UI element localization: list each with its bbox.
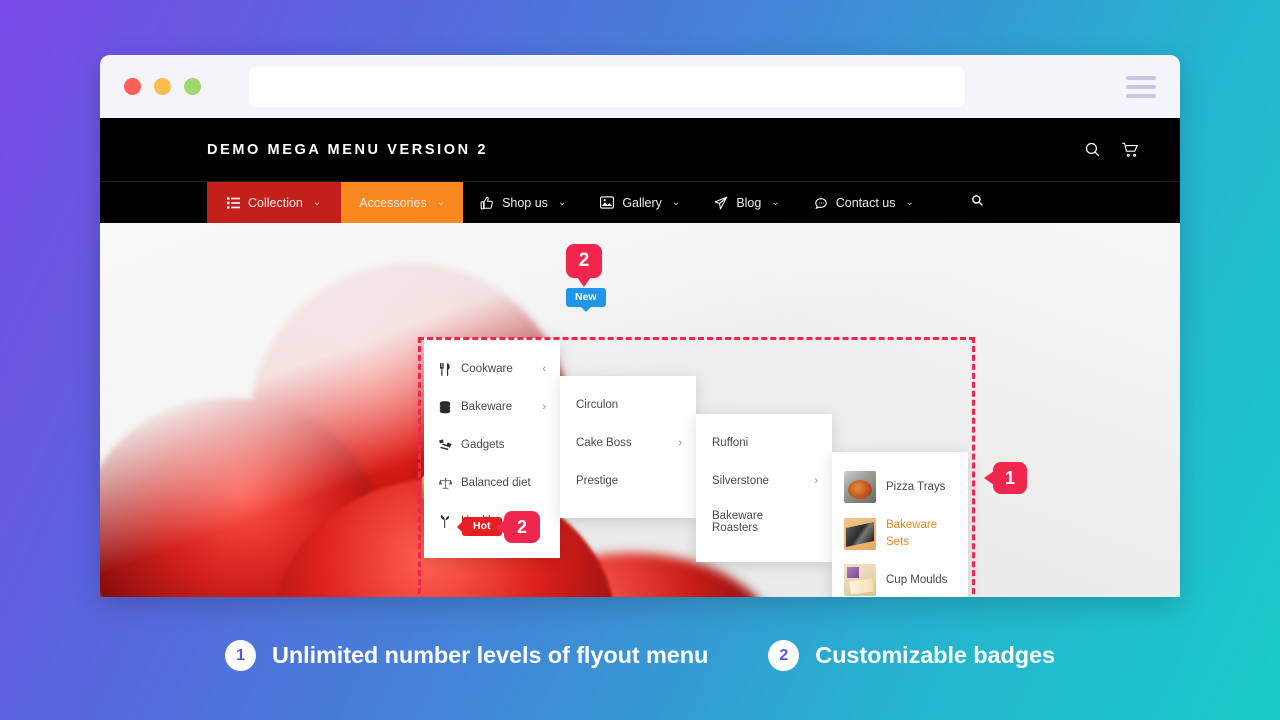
- search-icon: [971, 194, 984, 212]
- menu-item-label: Silverstone: [712, 475, 769, 487]
- chevron-down-icon: ⌄: [671, 197, 681, 208]
- pizza-tray-thumb: [844, 471, 876, 503]
- product-item-pizza-trays[interactable]: Pizza Trays: [832, 464, 968, 510]
- browser-chrome-bar: [100, 55, 1180, 118]
- product-label: Pizza Trays: [886, 480, 946, 493]
- menu-item-circulon[interactable]: Circulon: [560, 386, 696, 424]
- site-header: DEMO MEGA MENU VERSION 2: [100, 118, 1180, 181]
- nav-item-label: Collection: [248, 195, 303, 210]
- callout-marker-badges-top: 2: [566, 244, 602, 287]
- menu-item-label: Cookware: [461, 363, 513, 375]
- minimize-window-button[interactable]: [154, 78, 171, 95]
- stack-icon: [438, 400, 452, 414]
- nav-item-accessories[interactable]: Accessories ⌄: [341, 182, 464, 223]
- cup-mould-thumb: [844, 564, 876, 597]
- menu-item-cake-boss[interactable]: Cake Boss ›: [560, 424, 696, 462]
- menu-item-label: Bakeware: [461, 401, 513, 413]
- nav-item-label: Shop us: [502, 195, 548, 210]
- tools-icon: [438, 439, 452, 451]
- nav-item-gallery[interactable]: Gallery ⌄: [583, 182, 697, 223]
- nav-item-label: Contact us: [835, 195, 896, 210]
- product-item-bakeware-sets[interactable]: Bakeware Sets: [832, 510, 968, 557]
- hamburger-icon[interactable]: [1126, 75, 1156, 98]
- menu-item-label: Cake Boss: [576, 437, 632, 449]
- menu-item-label: Balanced diet: [461, 477, 531, 489]
- hamburger-line: [1126, 75, 1156, 80]
- nav-item-collection[interactable]: Collection ⌄: [207, 182, 342, 223]
- menu-item-label: Circulon: [576, 399, 619, 411]
- flyout-panel-level-3: Ruffoni Silverstone › Bakeware Roasters: [696, 414, 832, 562]
- status-badge-new: New: [566, 288, 606, 312]
- site-brand: DEMO MEGA MENU VERSION 2: [207, 141, 488, 158]
- main-navigation: Collection ⌄ Accessories ⌄ Shop us ⌄ Gal…: [100, 181, 1180, 223]
- menu-item-label: Ruffoni: [712, 437, 749, 449]
- sprout-icon: [438, 514, 452, 528]
- menu-item-balanced-diet[interactable]: Balanced diet: [424, 464, 560, 502]
- chevron-right-icon: ›: [814, 475, 818, 487]
- menu-item-silverstone[interactable]: Silverstone ›: [696, 462, 832, 500]
- chevron-down-icon: ⌄: [905, 197, 914, 208]
- url-input[interactable]: [249, 66, 965, 107]
- menu-item-gadgets[interactable]: Gadgets: [424, 426, 560, 464]
- menu-item-label: Prestige: [576, 475, 619, 487]
- feature-caption-2: 2 Customizable badges: [768, 640, 1055, 671]
- bakeware-set-thumb: [844, 517, 876, 550]
- close-window-button[interactable]: [124, 78, 141, 95]
- menu-item-bakeware-roasters[interactable]: Bakeware Roasters: [696, 500, 832, 544]
- caption-number-badge: 2: [768, 640, 800, 671]
- flyout-panel-level-2: Circulon Cake Boss › Prestige: [560, 376, 696, 518]
- nav-item-label: Blog: [736, 195, 762, 210]
- nav-item-label: Gallery: [622, 195, 662, 210]
- menu-item-bakeware[interactable]: Bakeware ›: [424, 388, 560, 426]
- chevron-down-icon: ⌄: [312, 197, 322, 208]
- nav-item-contact-us[interactable]: Contact us ⌄: [797, 182, 931, 223]
- product-item-cup-moulds[interactable]: Cup Moulds: [832, 557, 968, 597]
- header-icon-group: [1084, 141, 1156, 159]
- chevron-down-icon: ⌄: [436, 197, 446, 208]
- caption-number-badge: 1: [225, 640, 257, 671]
- caption-text: Customizable badges: [815, 642, 1055, 668]
- nav-item-shop-us[interactable]: Shop us ⌄: [463, 182, 583, 223]
- paper-plane-icon: [714, 196, 728, 210]
- chevron-down-icon: ⌄: [771, 197, 780, 208]
- hamburger-line: [1126, 84, 1156, 89]
- chevron-left-icon: ‹: [542, 363, 546, 375]
- chevron-right-icon: ›: [678, 437, 682, 449]
- hamburger-line: [1126, 93, 1156, 98]
- caption-text: Unlimited number levels of flyout menu: [272, 642, 709, 668]
- chevron-down-icon: ⌄: [557, 197, 567, 208]
- menu-item-ruffoni[interactable]: Ruffoni: [696, 424, 832, 462]
- image-icon: [600, 196, 615, 209]
- thumbs-up-icon: [480, 196, 494, 210]
- cart-icon[interactable]: [1121, 141, 1140, 159]
- product-label: Cup Moulds: [886, 574, 948, 586]
- menu-item-label: Gadgets: [461, 439, 505, 451]
- site-viewport: DEMO MEGA MENU VERSION 2 Collection ⌄ Ac…: [100, 118, 1180, 597]
- menu-item-cookware[interactable]: Cookware ‹: [424, 350, 560, 388]
- scales-icon: [438, 477, 452, 490]
- chevron-right-icon: ›: [542, 401, 546, 413]
- menu-item-prestige[interactable]: Prestige: [560, 462, 696, 500]
- nav-search-button[interactable]: [931, 182, 1002, 223]
- flyout-panel-level-4: Pizza Trays Bakeware Sets Cup Moulds: [832, 452, 968, 597]
- cutlery-icon: [438, 362, 452, 376]
- feature-caption-row: 1 Unlimited number levels of flyout menu…: [0, 640, 1280, 671]
- feature-caption-1: 1 Unlimited number levels of flyout menu: [225, 640, 708, 671]
- traffic-lights: [124, 78, 201, 95]
- callout-marker-badges-hot: 2: [495, 511, 540, 543]
- menu-item-label: Bakeware Roasters: [712, 510, 764, 534]
- list-icon: [227, 196, 240, 209]
- maximize-window-button[interactable]: [184, 78, 201, 95]
- product-label: Bakeware Sets: [886, 519, 938, 548]
- browser-window: DEMO MEGA MENU VERSION 2 Collection ⌄ Ac…: [100, 55, 1180, 597]
- nav-item-label: Accessories: [359, 195, 427, 210]
- callout-marker-flyout: 1: [984, 462, 1027, 494]
- nav-item-blog[interactable]: Blog ⌄: [697, 182, 796, 223]
- search-icon[interactable]: [1084, 141, 1101, 158]
- chat-bubble-icon: [814, 196, 828, 210]
